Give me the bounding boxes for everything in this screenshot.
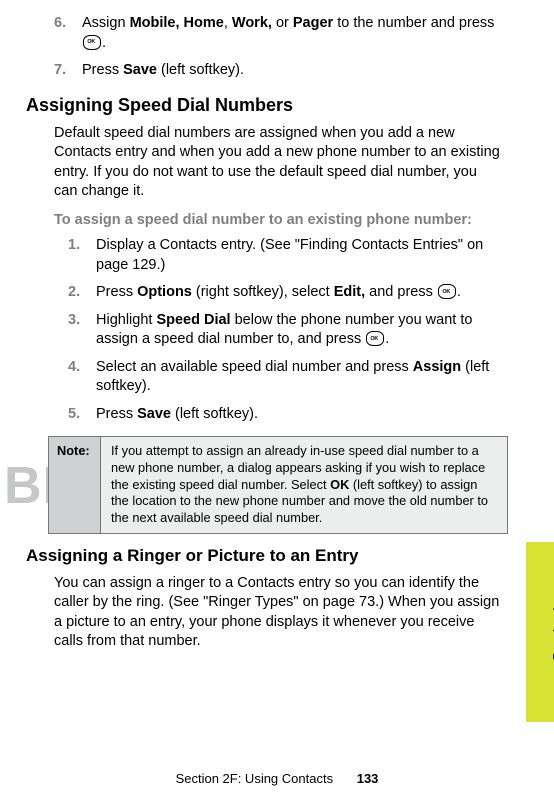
step-number: 6.: [54, 14, 82, 53]
list-item: 5. Press Save (left softkey).: [68, 405, 500, 425]
step-text: Display a Contacts entry. (See "Finding …: [96, 236, 500, 275]
note-body: If you attempt to assign an already in-u…: [101, 437, 507, 532]
text-run: (right softkey), select: [192, 284, 334, 300]
text-bold: Mobile, Home: [130, 15, 224, 31]
list-item: 3. Highlight Speed Dial below the phone …: [68, 311, 500, 350]
step-number: 5.: [68, 405, 96, 425]
text-run: Assign: [82, 15, 130, 31]
text-run: (left softkey).: [171, 406, 258, 422]
text-run: and press: [365, 284, 437, 300]
step-number: 1.: [68, 236, 96, 275]
list-item: 4. Select an available speed dial number…: [68, 358, 500, 397]
speed-dial-step-list: 1. Display a Contacts entry. (See "Findi…: [54, 236, 500, 425]
text-run: Select an available speed dial number an…: [96, 359, 413, 375]
top-step-list: 6. Assign Mobile, Home, Work, or Pager t…: [40, 14, 500, 81]
text-bold: Edit,: [334, 284, 365, 300]
text-run: or: [272, 15, 293, 31]
step-number: 3.: [68, 311, 96, 350]
note-box: Note: If you attempt to assign an alread…: [48, 436, 508, 533]
text-bold: Save: [123, 62, 157, 78]
text-bold: Save: [137, 406, 171, 422]
text-run: ,: [224, 15, 232, 31]
text-bold: Pager: [293, 15, 333, 31]
step-text: Highlight Speed Dial below the phone num…: [96, 311, 500, 350]
footer-section: Section 2F: Using Contacts: [176, 771, 334, 786]
text-bold: Speed Dial: [156, 312, 230, 328]
page-number: 133: [357, 771, 379, 786]
step-text: Select an available speed dial number an…: [96, 358, 500, 397]
text-bold: Work,: [232, 15, 272, 31]
text-run: .: [457, 284, 461, 300]
page-footer: Section 2F: Using Contacts 133: [0, 771, 554, 786]
text-run: .: [102, 35, 106, 51]
list-item: 1. Display a Contacts entry. (See "Findi…: [68, 236, 500, 275]
text-run: Press: [82, 62, 123, 78]
section-tab-label: Contacts: [550, 598, 554, 662]
ok-key-icon: [83, 35, 101, 50]
subsection-heading: Assigning a Ringer or Picture to an Entr…: [26, 546, 500, 566]
list-item: 6. Assign Mobile, Home, Work, or Pager t…: [54, 14, 500, 53]
step-number: 7.: [54, 61, 82, 81]
list-item: 2. Press Options (right softkey), select…: [68, 283, 500, 303]
text-run: Press: [96, 406, 137, 422]
list-item: 7. Press Save (left softkey).: [54, 61, 500, 81]
step-number: 4.: [68, 358, 96, 397]
ok-key-icon: [438, 284, 456, 299]
text-bold: OK: [330, 477, 349, 492]
text-run: to the number and press: [333, 15, 494, 31]
page-content: 6. Assign Mobile, Home, Work, or Pager t…: [0, 0, 530, 692]
intro-paragraph: Default speed dial numbers are assigned …: [54, 124, 500, 202]
text-run: Press: [96, 284, 137, 300]
step-number: 2.: [68, 283, 96, 303]
note-label: Note:: [49, 437, 101, 532]
step-text: Press Save (left softkey).: [96, 405, 500, 425]
step-text: Press Options (right softkey), select Ed…: [96, 283, 500, 303]
section-heading: Assigning Speed Dial Numbers: [26, 95, 500, 116]
text-run: Highlight: [96, 312, 156, 328]
text-run: .: [385, 331, 389, 347]
procedure-subhead: To assign a speed dial number to an exis…: [54, 212, 500, 228]
text-bold: Options: [137, 284, 192, 300]
ok-key-icon: [366, 331, 384, 346]
text-bold: Assign: [413, 359, 461, 375]
step-text: Assign Mobile, Home, Work, or Pager to t…: [82, 14, 500, 53]
text-run: (left softkey).: [157, 62, 244, 78]
ringer-paragraph: You can assign a ringer to a Contacts en…: [54, 574, 500, 652]
step-text: Press Save (left softkey).: [82, 61, 500, 81]
